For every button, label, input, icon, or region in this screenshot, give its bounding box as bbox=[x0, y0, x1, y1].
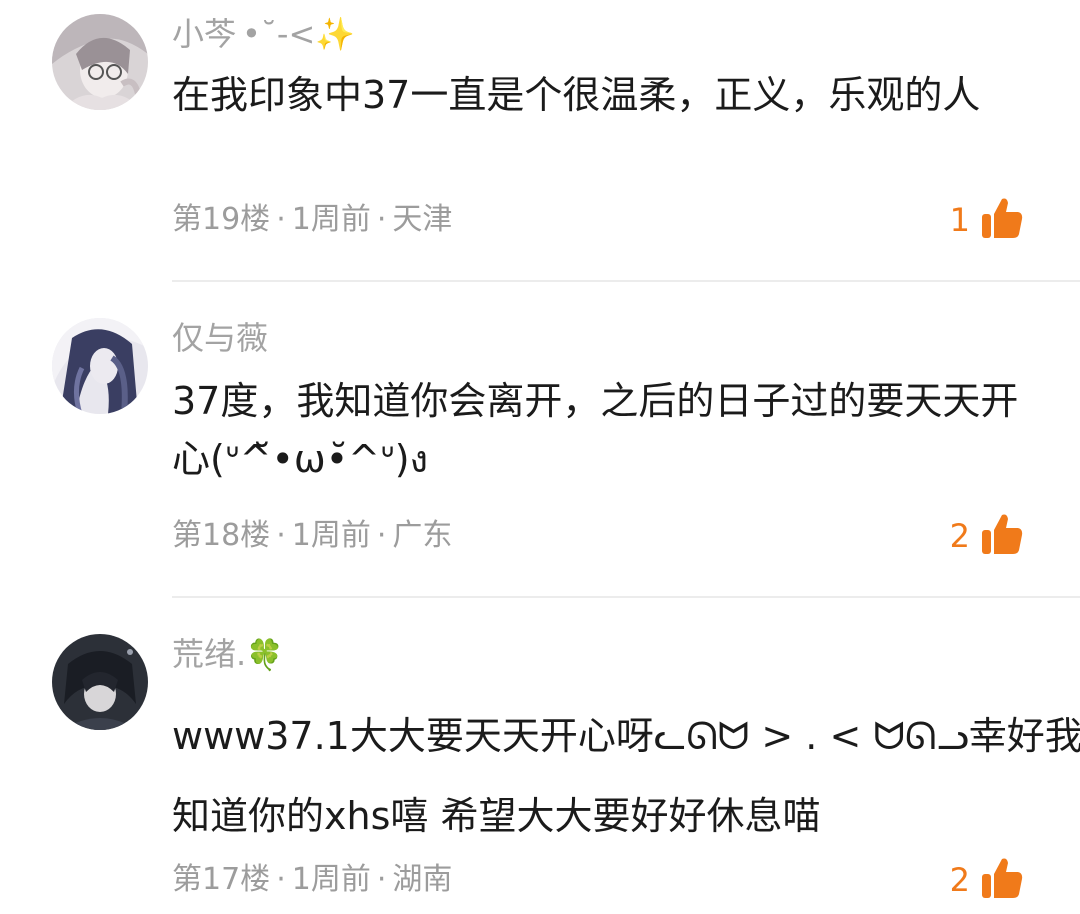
floor-number: 第18楼 bbox=[172, 518, 271, 553]
meta-separator: · bbox=[276, 518, 286, 553]
meta-separator: · bbox=[276, 862, 286, 897]
avatar[interactable] bbox=[52, 634, 148, 730]
avatar[interactable] bbox=[52, 14, 148, 110]
ip-location: 广东 bbox=[392, 518, 453, 553]
username[interactable]: 仅与薇 bbox=[172, 318, 268, 358]
like-button[interactable]: 2 bbox=[950, 856, 1024, 904]
comment-item: 小芩 •˘-<✨ 在我印象中37一直是个很温柔，正义，乐观的人 第19楼 · 1周前 ·… bbox=[0, 0, 1080, 282]
username-text: 小芩 bbox=[172, 15, 237, 53]
comment-meta: 第17楼 · 1周前 · 湖南 bbox=[172, 860, 452, 900]
sparkle-emoji-icon: ✨ bbox=[315, 15, 356, 53]
like-button[interactable]: 2 bbox=[950, 512, 1024, 560]
comment-text[interactable]: 37度，我知道你会离开，之后的日子过的要天天开心(ᐡ^̆̆•ω•̆^ᐡ)ง bbox=[172, 372, 1042, 488]
comment-meta: 第18楼 · 1周前 · 广东 bbox=[172, 516, 452, 556]
username-text: 仅与薇 bbox=[172, 319, 269, 357]
ip-location: 湖南 bbox=[392, 862, 453, 897]
comment-text-line: www37.1大大要天天开心呀ᓚᘏᗢ > . < ᗢᘏᓗ幸好我 bbox=[172, 714, 1080, 758]
four-leaf-clover-icon: 🍀 bbox=[246, 638, 284, 673]
thumbs-up-icon bbox=[980, 196, 1024, 244]
meta-separator: · bbox=[376, 862, 387, 897]
post-time: 1周前 bbox=[291, 862, 371, 897]
comment-text-line: 知道你的xhs嘻 希望大大要好好休息喵 bbox=[172, 794, 821, 838]
like-count: 2 bbox=[949, 517, 970, 555]
username-decoration: •˘-< bbox=[242, 15, 316, 53]
ip-location: 天津 bbox=[392, 202, 453, 237]
like-count: 1 bbox=[949, 201, 970, 239]
comment-text[interactable]: 在我印象中37一直是个很温柔，正义，乐观的人 bbox=[172, 70, 1042, 120]
post-time: 1周前 bbox=[291, 202, 371, 237]
comment-meta: 第19楼 · 1周前 · 天津 bbox=[172, 200, 452, 240]
meta-separator: · bbox=[376, 518, 387, 553]
like-button[interactable]: 1 bbox=[950, 196, 1024, 244]
meta-separator: · bbox=[376, 202, 387, 237]
like-count: 2 bbox=[949, 861, 970, 899]
username[interactable]: 小芩 •˘-<✨ bbox=[172, 14, 355, 54]
floor-number: 第19楼 bbox=[172, 202, 271, 237]
meta-separator: · bbox=[276, 202, 286, 237]
username-text: 荒绪. bbox=[172, 635, 247, 673]
floor-number: 第17楼 bbox=[172, 862, 271, 897]
comment-item: 仅与薇 37度，我知道你会离开，之后的日子过的要天天开心(ᐡ^̆̆•ω•̆^ᐡ)… bbox=[0, 282, 1080, 598]
username[interactable]: 荒绪.🍀 bbox=[172, 634, 284, 676]
comment-text[interactable]: www37.1大大要天天开心呀ᓚᘏᗢ > . < ᗢᘏᓗ幸好我 知道你的xhs嘻… bbox=[172, 696, 1080, 856]
post-time: 1周前 bbox=[291, 518, 371, 553]
thumbs-up-icon bbox=[980, 512, 1024, 560]
thumbs-up-icon bbox=[980, 856, 1024, 904]
comment-item: 荒绪.🍀 www37.1大大要天天开心呀ᓚᘏᗢ > . < ᗢᘏᓗ幸好我 知道你… bbox=[0, 598, 1080, 914]
avatar[interactable] bbox=[52, 318, 148, 414]
